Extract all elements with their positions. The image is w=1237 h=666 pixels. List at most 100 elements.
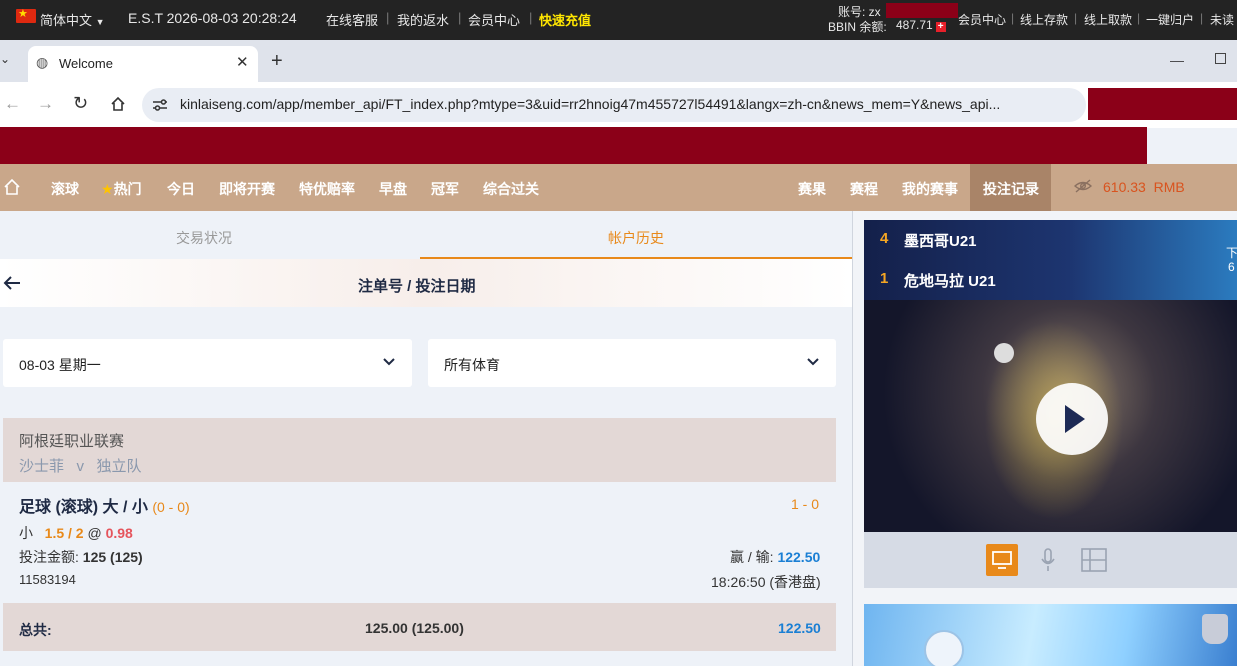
- back-arrow-icon[interactable]: [3, 275, 21, 291]
- nav-live[interactable]: 滚球: [51, 179, 79, 199]
- stake-row: 投注金额: 125 (125): [19, 549, 143, 565]
- date-select[interactable]: 08-03 星期一: [3, 339, 412, 387]
- close-tab-icon[interactable]: ✕: [236, 53, 249, 71]
- link-withdraw[interactable]: 线上取款: [1084, 11, 1132, 28]
- bet-time: 18:26:50 (香港盘): [711, 574, 821, 590]
- bet-slip: 足球 (滚球) 大 / 小 (0 - 0) 1 - 0 小 1.5 / 2 @ …: [3, 483, 836, 601]
- nav-balance: 610.33 RMB: [1103, 179, 1185, 195]
- site-settings-icon[interactable]: [152, 98, 168, 112]
- home-nav-icon[interactable]: [3, 178, 21, 196]
- language-selector[interactable]: 简体中文 ▼: [40, 10, 105, 29]
- away-team: 危地马拉 U21: [904, 273, 996, 290]
- panel-divider: [852, 211, 853, 666]
- reload-icon[interactable]: ↻: [73, 93, 88, 114]
- clock: E.S.T 2026-08-03 20:28:24: [128, 10, 297, 26]
- divider: |: [1074, 11, 1078, 25]
- maximize-icon[interactable]: [1215, 53, 1226, 64]
- nav-today[interactable]: 今日: [167, 179, 195, 199]
- nav-best-odds[interactable]: 特优赔率: [299, 179, 355, 199]
- nav-my-events[interactable]: 我的赛事: [902, 179, 958, 199]
- divider: |: [386, 10, 390, 25]
- nav-parlay[interactable]: 综合过关: [483, 179, 539, 199]
- nav-early[interactable]: 早盘: [379, 179, 407, 199]
- globe-icon: ◍: [36, 54, 49, 70]
- link-deposit[interactable]: 线上存款: [1020, 11, 1068, 28]
- browser-tab[interactable]: ◍ Welcome ✕: [28, 46, 258, 82]
- link-my-rebate[interactable]: 我的返水: [397, 10, 449, 29]
- league-name: 阿根廷职业联赛: [19, 433, 125, 450]
- sport-select[interactable]: 所有体育: [428, 339, 836, 387]
- history-title: 注单号 / 投注日期: [358, 278, 476, 295]
- redacted-banner: [0, 127, 1147, 165]
- bet-selection: 小 1.5 / 2 @ 0.98: [19, 525, 133, 541]
- link-online-service[interactable]: 在线客服: [326, 10, 378, 29]
- video-mode-button[interactable]: [986, 544, 1018, 576]
- caret-down-icon: ▼: [95, 17, 105, 27]
- nav-schedule[interactable]: 赛程: [850, 179, 878, 199]
- main-nav: 滚球 ★热门 今日 即将开赛 特优赔率 早盘 冠军 综合过关 赛果 赛程 我的赛…: [0, 164, 1237, 211]
- total-label: 总共:: [19, 622, 52, 638]
- tab-list-chevron-icon[interactable]: ⌄: [0, 52, 10, 66]
- nav-hot[interactable]: ★热门: [101, 179, 142, 199]
- home-score: 4: [880, 230, 889, 247]
- star-icon: ★: [101, 181, 114, 197]
- redacted-account: [886, 3, 958, 18]
- home-team: 墨西哥U21: [904, 233, 977, 250]
- total-stake: 125.00 (125.00): [365, 620, 464, 636]
- sport-select-value: 所有体育: [444, 357, 500, 373]
- play-icon: [1065, 405, 1085, 433]
- away-score: 1: [880, 270, 889, 287]
- quick-recharge-link[interactable]: 快速充值: [539, 10, 591, 29]
- minimize-icon[interactable]: —: [1170, 52, 1184, 68]
- add-funds-icon[interactable]: +: [935, 22, 946, 32]
- tab-transaction-status[interactable]: 交易状况: [176, 228, 232, 248]
- redacted-area: [1088, 88, 1237, 120]
- promo-banner[interactable]: [864, 604, 1237, 666]
- link-unread[interactable]: 未读: [1210, 11, 1234, 28]
- chevron-down-icon: [383, 358, 395, 366]
- history-header-bar: 注单号 / 投注日期: [0, 259, 852, 307]
- player-controls: [864, 532, 1237, 588]
- nav-bet-records-label: 投注记录: [983, 181, 1039, 197]
- bet-market: 足球 (滚球) 大 / 小 (0 - 0): [19, 499, 190, 516]
- link-consolidate[interactable]: 一键归户: [1146, 11, 1194, 28]
- balance-value: 487.71 +: [896, 18, 946, 32]
- edge-text: 6: [1228, 260, 1235, 274]
- live-scoreboard[interactable]: 4 墨西哥U21 1 危地马拉 U21 下 6: [864, 220, 1237, 300]
- ticket-id: 11583194: [19, 572, 76, 587]
- chevron-down-icon: [807, 358, 819, 366]
- tab-account-history[interactable]: 帐户历史: [608, 228, 664, 248]
- nav-bet-records-tab[interactable]: 投注记录: [970, 164, 1051, 211]
- final-score: 1 - 0: [791, 496, 820, 512]
- league-header: 阿根廷职业联赛 沙士菲 v 独立队: [3, 418, 836, 482]
- hide-balance-eye-icon[interactable]: [1074, 179, 1092, 193]
- back-icon[interactable]: ←: [4, 94, 21, 114]
- nav-upcoming[interactable]: 即将开赛: [219, 179, 275, 199]
- live-video-player[interactable]: [864, 300, 1237, 532]
- total-winloss: 122.50: [778, 620, 821, 636]
- nav-outright[interactable]: 冠军: [431, 179, 459, 199]
- total-row: 总共: 125.00 (125.00) 122.50: [3, 603, 836, 651]
- china-flag-icon: ★: [16, 8, 36, 23]
- home-icon[interactable]: [110, 96, 126, 112]
- balance-label: BBIN 余额:: [828, 20, 887, 34]
- divider: |: [529, 10, 533, 25]
- ball-image: [994, 343, 1014, 363]
- link-member-center[interactable]: 会员中心: [468, 10, 520, 29]
- nav-results[interactable]: 赛果: [798, 179, 826, 199]
- language-label: 简体中文: [40, 13, 93, 28]
- url-field[interactable]: kinlaiseng.com/app/member_api/FT_index.p…: [142, 88, 1086, 122]
- site-top-bar: ★ 简体中文 ▼ E.S.T 2026-08-03 20:28:24 在线客服 …: [0, 0, 1237, 40]
- tab-title: Welcome: [59, 56, 113, 71]
- divider: |: [458, 10, 462, 25]
- link-member-center-2[interactable]: 会员中心: [958, 11, 1006, 28]
- trophy-image: [1202, 614, 1228, 644]
- audio-mode-mic-icon[interactable]: [1040, 548, 1056, 572]
- play-button[interactable]: [1036, 383, 1108, 455]
- football-image: [924, 630, 964, 666]
- animation-field-icon[interactable]: [1081, 548, 1107, 572]
- edge-text: 下: [1226, 246, 1237, 260]
- url-text: kinlaiseng.com/app/member_api/FT_index.p…: [180, 96, 1001, 112]
- forward-icon[interactable]: →: [37, 94, 54, 114]
- new-tab-icon[interactable]: +: [271, 50, 283, 73]
